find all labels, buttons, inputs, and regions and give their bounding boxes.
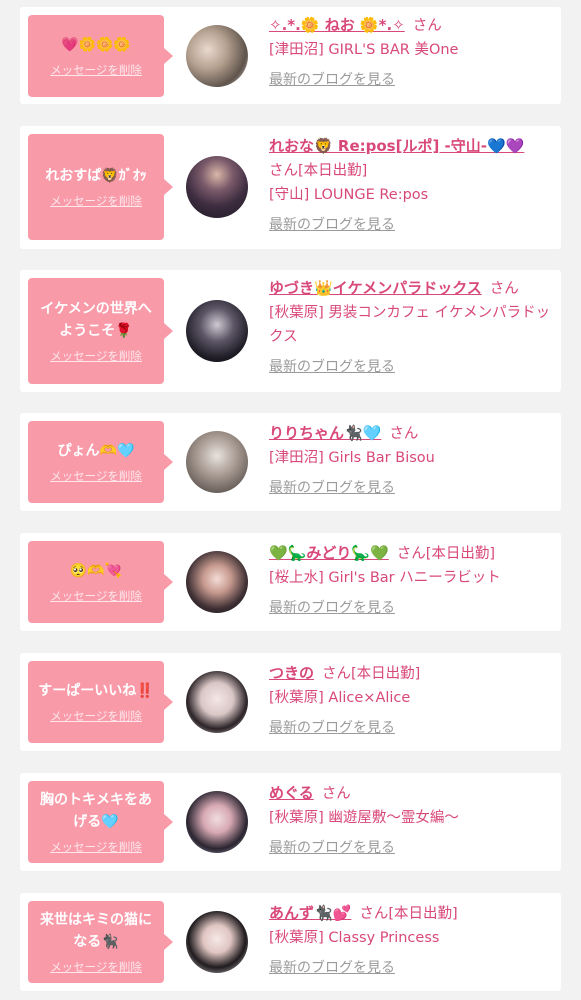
message-card: 💗🌼🌼🌼 メッセージを削除 ✧.*.🌼 ねお 🌼*.✧ さん [津田沼] GIRL… (20, 7, 561, 104)
message-card: イケメンの世界へようこそ🌹 メッセージを削除 ゆづき👑イケメンパラドックス さん … (20, 270, 561, 392)
message-bubble: 胸のトキメキをあげる🩵 メッセージを削除 (28, 781, 173, 863)
message-bubble: 🥺🫶💘 メッセージを削除 (28, 541, 173, 623)
message-text: 来世はキミの猫になる🐈‍⬛ (40, 912, 152, 950)
message-text: すーぱーいいね‼️ (38, 683, 154, 699)
cast-name-link[interactable]: ✧.*.🌼 ねお 🌼*.✧ (269, 16, 405, 34)
message-list: 💗🌼🌼🌼 メッセージを削除 ✧.*.🌼 ねお 🌼*.✧ さん [津田沼] GIRL… (0, 0, 581, 1000)
message-bubble: れおすぱ🦁ｶﾞｵｯ メッセージを削除 (28, 134, 173, 240)
status-text: [本日出勤] (298, 163, 368, 179)
cast-info: あんず🐈‍⬛💕 さん[本日出勤] [秋葉原] Classy Princess 最新… (269, 901, 555, 980)
cast-name-link[interactable]: れおな🦁 Re:pos[ルポ] -守山-💙💜 (269, 137, 524, 155)
cast-info: りりちゃん🐈‍⬛🩵 さん [津田沼] Girls Bar Bisou 最新のブログ… (269, 421, 555, 500)
san-label: さん (412, 18, 442, 34)
cast-name-link[interactable]: あんず🐈‍⬛💕 (269, 904, 351, 922)
message-card: れおすぱ🦁ｶﾞｵｯ メッセージを削除 れおな🦁 Re:pos[ルポ] -守山-💙… (20, 126, 561, 249)
status-text: [本日出勤] (388, 906, 458, 922)
message-text: イケメンの世界へようこそ🌹 (40, 301, 152, 339)
status-text: [本日出勤] (425, 546, 496, 562)
cast-name-link[interactable]: ゆづき👑イケメンパラドックス (269, 279, 482, 297)
cast-info: つきの さん[本日出勤] [秋葉原] Alice×Alice 最新のブログを見る (269, 661, 555, 740)
message-card: 胸のトキメキをあげる🩵 メッセージを削除 めぐる さん [秋葉原] 幽遊屋敷〜霊女… (20, 773, 561, 871)
delete-message-button[interactable]: メッセージを削除 (50, 348, 142, 364)
cast-info: めぐる さん [秋葉原] 幽遊屋敷〜霊女編〜 最新のブログを見る (269, 781, 555, 860)
avatar[interactable] (186, 911, 248, 973)
latest-blog-link[interactable]: 最新のブログを見る (269, 836, 395, 860)
san-label: さん (389, 426, 419, 442)
san-label: さん (269, 163, 298, 179)
shop-text: [津田沼] Girls Bar Bisou (269, 450, 435, 466)
avatar[interactable] (186, 25, 248, 87)
cast-name-link[interactable]: つきの (269, 664, 314, 682)
shop-text: [桜上水] Girl's Bar ハニーラビット (269, 570, 501, 586)
latest-blog-link[interactable]: 最新のブログを見る (269, 68, 395, 92)
delete-message-button[interactable]: メッセージを削除 (50, 193, 142, 209)
latest-blog-link[interactable]: 最新のブログを見る (269, 355, 395, 379)
latest-blog-link[interactable]: 最新のブログを見る (269, 213, 395, 237)
shop-text: [秋葉原] Classy Princess (269, 930, 440, 946)
message-bubble: 💗🌼🌼🌼 メッセージを削除 (28, 15, 173, 97)
san-label: さん (489, 281, 519, 297)
cast-name-link[interactable]: めぐる (269, 784, 314, 802)
delete-message-button[interactable]: メッセージを削除 (50, 959, 142, 975)
shop-text: [秋葉原] 幽遊屋敷〜霊女編〜 (269, 810, 459, 826)
message-text: 胸のトキメキをあげる🩵 (40, 792, 152, 830)
latest-blog-link[interactable]: 最新のブログを見る (269, 596, 395, 620)
cast-info: れおな🦁 Re:pos[ルポ] -守山-💙💜 さん[本日出勤] [守山] LOU… (269, 134, 555, 237)
cast-info: 💚🦕みどり🦕💚 さん[本日出勤] [桜上水] Girl's Bar ハニーラビット… (269, 541, 555, 620)
delete-message-button[interactable]: メッセージを削除 (50, 708, 142, 724)
san-label: さん (321, 786, 351, 802)
message-card: ぴょん🫶🩵 メッセージを削除 りりちゃん🐈‍⬛🩵 さん [津田沼] Girls B… (20, 413, 561, 511)
latest-blog-link[interactable]: 最新のブログを見る (269, 716, 395, 740)
avatar[interactable] (186, 156, 248, 218)
status-text: [本日出勤] (351, 666, 421, 682)
message-card: すーぱーいいね‼️ メッセージを削除 つきの さん[本日出勤] [秋葉原] Ali… (20, 653, 561, 751)
message-bubble: すーぱーいいね‼️ メッセージを削除 (28, 661, 173, 743)
san-label: さん (396, 546, 426, 562)
latest-blog-link[interactable]: 最新のブログを見る (269, 476, 395, 500)
avatar[interactable] (186, 551, 248, 613)
avatar[interactable] (186, 791, 248, 853)
cast-name-link[interactable]: りりちゃん🐈‍⬛🩵 (269, 424, 381, 442)
avatar[interactable] (186, 431, 248, 493)
delete-message-button[interactable]: メッセージを削除 (50, 468, 142, 484)
latest-blog-link[interactable]: 最新のブログを見る (269, 956, 395, 980)
avatar[interactable] (186, 300, 248, 362)
delete-message-button[interactable]: メッセージを削除 (50, 588, 142, 604)
cast-info: ✧.*.🌼 ねお 🌼*.✧ さん [津田沼] GIRL'S BAR 美One 最新… (269, 13, 555, 92)
san-label: さん (322, 666, 352, 682)
shop-text: [秋葉原] Alice×Alice (269, 690, 411, 706)
delete-message-button[interactable]: メッセージを削除 (50, 62, 142, 78)
message-text: ぴょん🫶🩵 (57, 443, 135, 459)
avatar[interactable] (186, 671, 248, 733)
delete-message-button[interactable]: メッセージを削除 (50, 839, 142, 855)
cast-name-link[interactable]: 💚🦕みどり🦕💚 (269, 544, 389, 562)
message-card: 🥺🫶💘 メッセージを削除 💚🦕みどり🦕💚 さん[本日出勤] [桜上水] Girl'… (20, 533, 561, 631)
message-text: 💗🌼🌼🌼 (61, 37, 131, 53)
message-text: れおすぱ🦁ｶﾞｵｯ (45, 168, 147, 184)
message-bubble: イケメンの世界へようこそ🌹 メッセージを削除 (28, 278, 173, 384)
cast-info: ゆづき👑イケメンパラドックス さん [秋葉原] 男装コンカフェ イケメンパラドック… (269, 276, 555, 379)
san-label: さん (359, 906, 389, 922)
message-text: 🥺🫶💘 (69, 563, 123, 579)
message-card: 来世はキミの猫になる🐈‍⬛ メッセージを削除 あんず🐈‍⬛💕 さん[本日出勤] [… (20, 893, 561, 991)
message-bubble: ぴょん🫶🩵 メッセージを削除 (28, 421, 173, 503)
shop-text: [津田沼] GIRL'S BAR 美One (269, 42, 459, 58)
shop-text: [秋葉原] 男装コンカフェ イケメンパラドックス (269, 305, 551, 345)
shop-text: [守山] LOUNGE Re:pos (269, 187, 429, 203)
message-bubble: 来世はキミの猫になる🐈‍⬛ メッセージを削除 (28, 901, 173, 983)
